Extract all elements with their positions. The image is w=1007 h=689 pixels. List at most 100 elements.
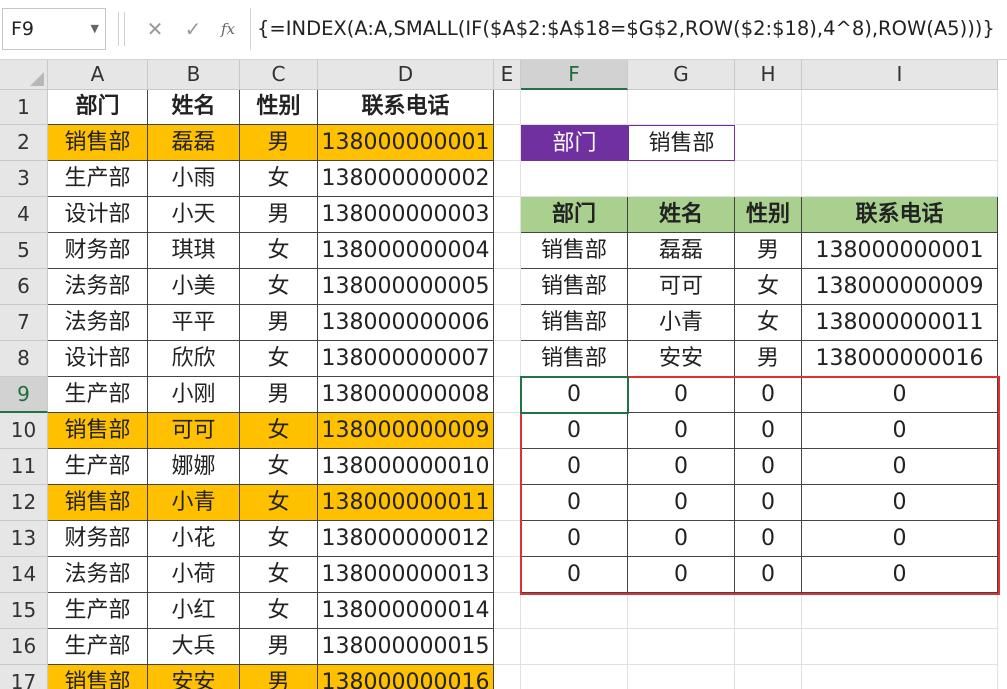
source-table-cell[interactable]: 娜娜: [148, 449, 240, 485]
cancel-icon[interactable]: ✕: [140, 8, 170, 50]
result-table-cell[interactable]: 138000000009: [802, 269, 998, 305]
row-header-4[interactable]: 4: [0, 197, 48, 233]
grid-cell[interactable]: [735, 90, 802, 125]
source-table-cell[interactable]: 女: [240, 269, 318, 305]
source-table-cell[interactable]: 设计部: [48, 197, 148, 233]
source-table-cell[interactable]: 女: [240, 557, 318, 593]
source-header-cell[interactable]: 联系电话: [318, 90, 494, 125]
grid-cell[interactable]: [494, 413, 521, 449]
source-table-cell[interactable]: 小美: [148, 269, 240, 305]
result-table-cell[interactable]: 销售部: [521, 341, 628, 377]
source-table-cell[interactable]: 女: [240, 521, 318, 557]
grid-cell[interactable]: [494, 125, 521, 161]
criteria-label[interactable]: 部门: [521, 125, 628, 161]
grid-cell[interactable]: [735, 125, 802, 161]
source-table-cell[interactable]: 138000000001: [318, 125, 494, 161]
result-table-cell[interactable]: 可可: [628, 269, 735, 305]
source-table-cell[interactable]: 138000000016: [318, 665, 494, 689]
grid-cell[interactable]: [494, 341, 521, 377]
source-table-cell[interactable]: 财务部: [48, 521, 148, 557]
select-all-button[interactable]: [0, 60, 48, 90]
source-table-cell[interactable]: 生产部: [48, 629, 148, 665]
source-table-cell[interactable]: 男: [240, 125, 318, 161]
grid-cell[interactable]: [494, 485, 521, 521]
source-table-cell[interactable]: 138000000004: [318, 233, 494, 269]
grid-cell[interactable]: [521, 593, 628, 629]
source-table-cell[interactable]: 男: [240, 305, 318, 341]
source-header-cell[interactable]: 姓名: [148, 90, 240, 125]
grid-cell[interactable]: [494, 665, 521, 689]
result-table-cell[interactable]: 女: [735, 305, 802, 341]
result-header-cell[interactable]: 姓名: [628, 197, 735, 233]
column-header-e[interactable]: E: [494, 60, 521, 90]
row-header-10[interactable]: 10: [0, 413, 48, 449]
source-table-cell[interactable]: 生产部: [48, 449, 148, 485]
row-header-7[interactable]: 7: [0, 305, 48, 341]
result-table-cell[interactable]: 销售部: [521, 269, 628, 305]
grid-cell[interactable]: [735, 161, 802, 197]
grid-cell[interactable]: [494, 629, 521, 665]
result-table-cell[interactable]: 138000000016: [802, 341, 998, 377]
row-header-11[interactable]: 11: [0, 449, 48, 485]
result-table-cell[interactable]: 安安: [628, 341, 735, 377]
result-table-cell[interactable]: 销售部: [521, 233, 628, 269]
formula-input[interactable]: {=INDEX(A:A,SMALL(IF($A$2:$A$18=$G$2,ROW…: [250, 8, 1007, 50]
source-table-cell[interactable]: 138000000011: [318, 485, 494, 521]
result-table-cell[interactable]: 138000000001: [802, 233, 998, 269]
grid-cell[interactable]: [802, 90, 998, 125]
result-table-cell[interactable]: 138000000011: [802, 305, 998, 341]
source-table-cell[interactable]: 欣欣: [148, 341, 240, 377]
grid-cell[interactable]: [735, 629, 802, 665]
grid-cell[interactable]: [521, 629, 628, 665]
source-table-cell[interactable]: 小青: [148, 485, 240, 521]
source-table-cell[interactable]: 小红: [148, 593, 240, 629]
source-table-cell[interactable]: 法务部: [48, 269, 148, 305]
result-table-cell[interactable]: 男: [735, 233, 802, 269]
column-header-a[interactable]: A: [48, 60, 148, 90]
source-table-cell[interactable]: 销售部: [48, 413, 148, 449]
row-header-3[interactable]: 3: [0, 161, 48, 197]
source-table-cell[interactable]: 平平: [148, 305, 240, 341]
result-header-cell[interactable]: 部门: [521, 197, 628, 233]
source-table-cell[interactable]: 138000000002: [318, 161, 494, 197]
column-header-b[interactable]: B: [148, 60, 240, 90]
source-table-cell[interactable]: 销售部: [48, 665, 148, 689]
grid-cell[interactable]: [802, 125, 998, 161]
source-table-cell[interactable]: 女: [240, 485, 318, 521]
row-header-1[interactable]: 1: [0, 90, 48, 125]
source-table-cell[interactable]: 女: [240, 341, 318, 377]
source-table-cell[interactable]: 财务部: [48, 233, 148, 269]
result-header-cell[interactable]: 性别: [735, 197, 802, 233]
row-header-5[interactable]: 5: [0, 233, 48, 269]
source-table-cell[interactable]: 138000000007: [318, 341, 494, 377]
row-header-14[interactable]: 14: [0, 557, 48, 593]
source-table-cell[interactable]: 小花: [148, 521, 240, 557]
grid-cell[interactable]: [628, 665, 735, 689]
source-table-cell[interactable]: 销售部: [48, 485, 148, 521]
result-table-cell[interactable]: 磊磊: [628, 233, 735, 269]
grid-cell[interactable]: [494, 377, 521, 413]
name-box[interactable]: F9 ▼: [2, 8, 106, 50]
grid-cell[interactable]: [628, 629, 735, 665]
grid-cell[interactable]: [628, 90, 735, 125]
source-header-cell[interactable]: 性别: [240, 90, 318, 125]
source-table-cell[interactable]: 磊磊: [148, 125, 240, 161]
row-header-6[interactable]: 6: [0, 269, 48, 305]
result-table-cell[interactable]: 销售部: [521, 305, 628, 341]
source-table-cell[interactable]: 小荷: [148, 557, 240, 593]
row-header-8[interactable]: 8: [0, 341, 48, 377]
source-table-cell[interactable]: 琪琪: [148, 233, 240, 269]
grid-cell[interactable]: [802, 593, 998, 629]
grid-cell[interactable]: [521, 90, 628, 125]
column-header-h[interactable]: H: [735, 60, 802, 90]
source-table-cell[interactable]: 法务部: [48, 557, 148, 593]
source-table-cell[interactable]: 女: [240, 449, 318, 485]
row-header-2[interactable]: 2: [0, 125, 48, 161]
grid-cell[interactable]: [494, 449, 521, 485]
row-header-13[interactable]: 13: [0, 521, 48, 557]
column-header-f[interactable]: F: [521, 60, 628, 90]
grid-cell[interactable]: [494, 269, 521, 305]
source-table-cell[interactable]: 女: [240, 161, 318, 197]
source-table-cell[interactable]: 小天: [148, 197, 240, 233]
source-table-cell[interactable]: 138000000012: [318, 521, 494, 557]
